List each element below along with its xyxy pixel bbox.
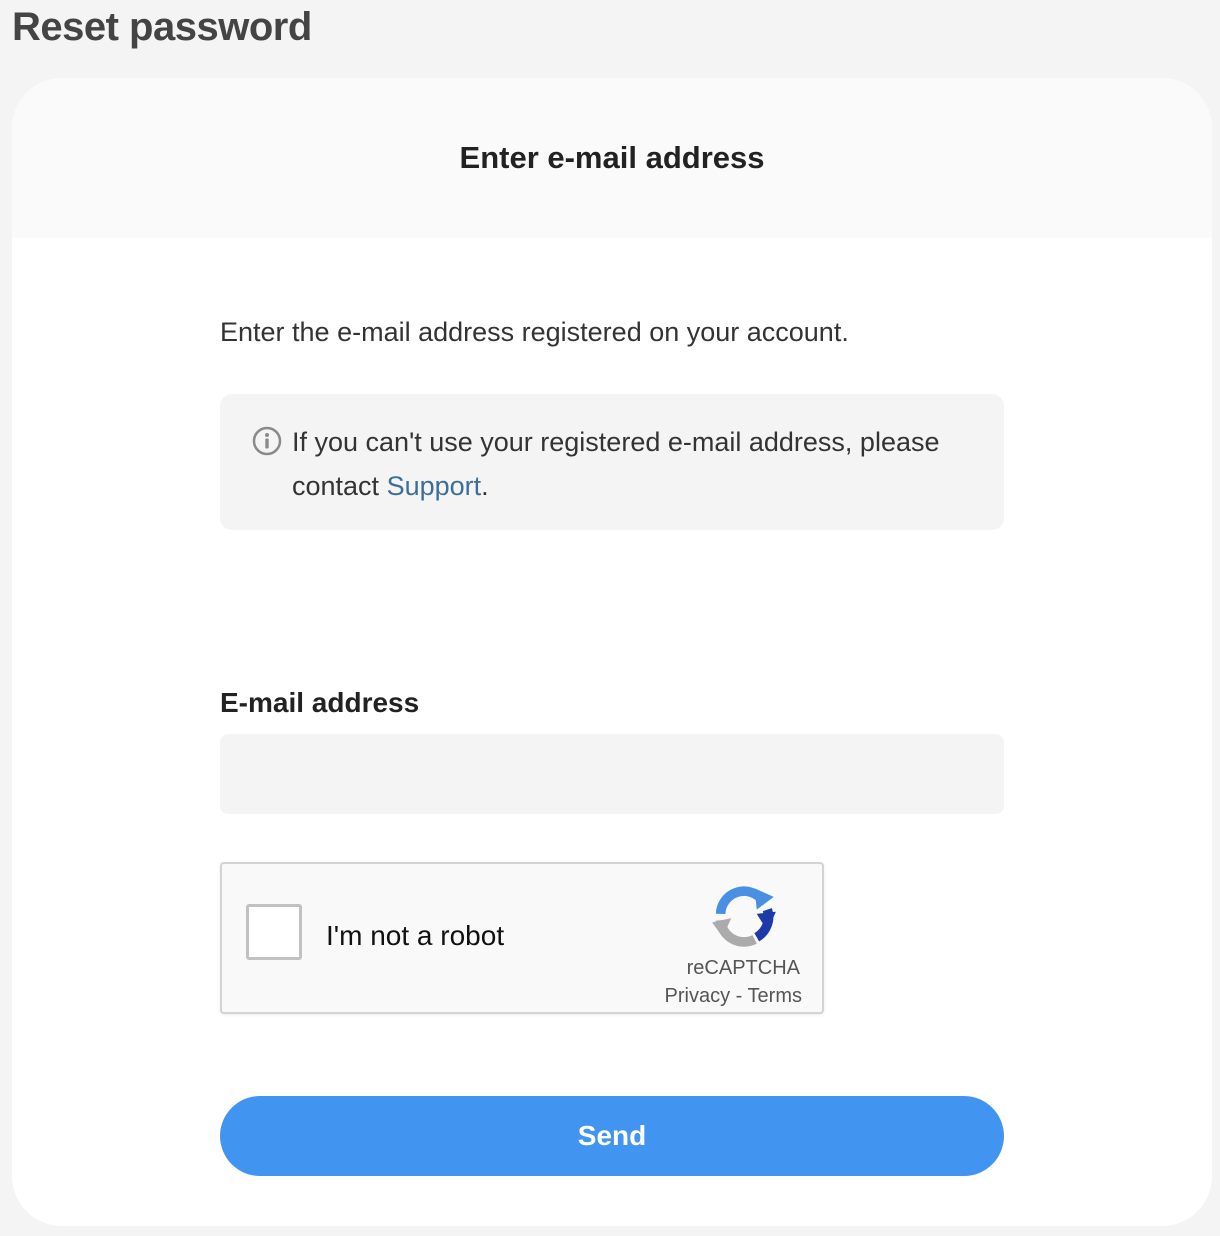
recaptcha-terms-link[interactable]: Terms	[748, 985, 802, 1007]
info-icon	[252, 426, 282, 456]
card-heading: Enter e-mail address	[459, 140, 765, 175]
card-header: Enter e-mail address	[12, 78, 1212, 238]
email-field-label: E-mail address	[220, 687, 420, 718]
recaptcha-label: I'm not a robot	[326, 920, 505, 951]
support-notice: If you can't use your registered e-mail …	[220, 394, 1004, 530]
support-link[interactable]: Support	[387, 471, 482, 501]
notice-text-after: .	[481, 471, 489, 501]
reset-password-card: Enter e-mail address Enter the e-mail ad…	[12, 78, 1212, 1226]
recaptcha-privacy-link[interactable]: Privacy	[665, 985, 731, 1007]
intro-text: Enter the e-mail address registered on y…	[220, 317, 849, 347]
recaptcha-checkbox[interactable]	[246, 904, 302, 960]
recaptcha-logo-icon	[712, 886, 776, 947]
recaptcha-brand: reCAPTCHA	[686, 957, 800, 979]
recaptcha-links: Privacy - Terms	[665, 984, 802, 1008]
send-button[interactable]: Send	[220, 1096, 1004, 1176]
recaptcha-links-separator: -	[730, 985, 748, 1007]
page-title: Reset password	[12, 5, 312, 49]
notice-text: If you can't use your registered e-mail …	[292, 420, 992, 508]
email-field[interactable]	[220, 734, 1004, 814]
recaptcha-widget: I'm not a robot reCAPTCHA Privacy - Term…	[220, 862, 824, 1014]
